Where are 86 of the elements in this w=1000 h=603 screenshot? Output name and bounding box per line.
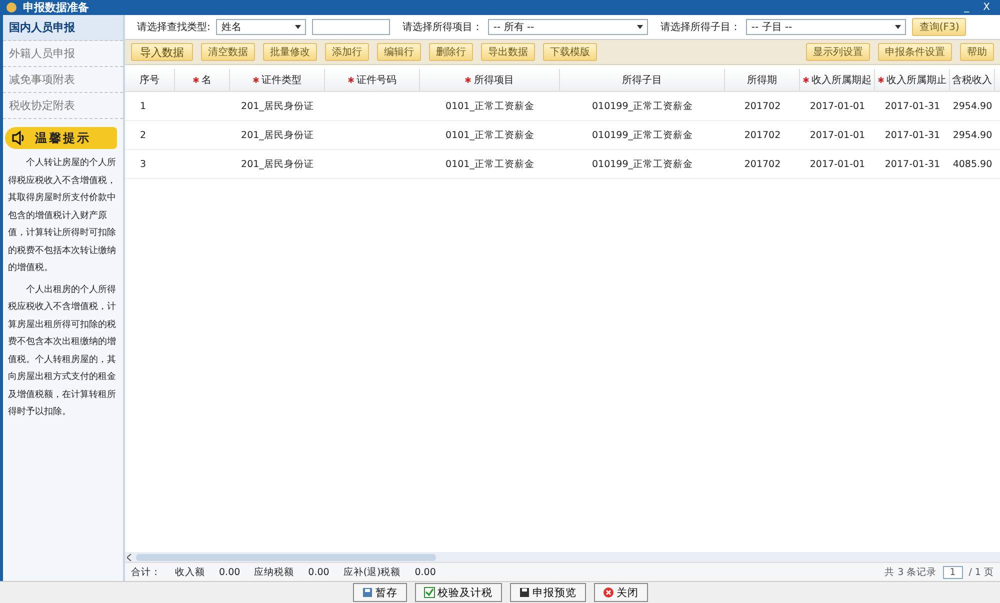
total-label: 收入额 [175, 566, 205, 578]
filter-select[interactable]: 姓名 [216, 19, 306, 35]
table-cell-text: 0101_正常工资薪金 [444, 158, 536, 172]
table-cell-text: 1 [139, 100, 148, 114]
column-header: 名 [175, 69, 230, 91]
total-value: 0.00 [308, 566, 330, 578]
table-cell-text: 201_居民身份证 [240, 100, 315, 114]
column-header: 收入所属期止 [875, 69, 950, 91]
action-button[interactable]: 校验及计税 [414, 583, 502, 602]
toolbar-button[interactable]: 下载模版 [543, 43, 597, 61]
sidebar-item[interactable]: 减免事项附表 [3, 67, 123, 93]
toolbar-button[interactable]: 导入数据 [131, 43, 193, 61]
total-value: 0.00 [414, 566, 436, 578]
sidebar-item[interactable]: 税收协定附表 [3, 93, 123, 119]
window-title: 申报数据准备 [23, 0, 90, 15]
column-header: 收入所属期起 [800, 69, 875, 91]
page-count: / 1 页 [968, 566, 994, 578]
window-button[interactable]: X [979, 2, 994, 13]
action-button[interactable]: 申报预览 [510, 583, 586, 602]
action-button[interactable]: 暂存 [352, 583, 406, 602]
filter-label: 请选择所得项目： [402, 20, 482, 34]
column-header: 所得子目 [560, 69, 725, 91]
column-header: 证件类型 [230, 69, 325, 91]
column-header: 含税收入 [950, 69, 995, 91]
total-label: 应纳税额 [254, 566, 294, 578]
total-label: 应补(退)税额 [343, 566, 401, 578]
toolbar-button[interactable]: 显示列设置 [806, 43, 870, 61]
table-cell-text: 2954.90 [952, 100, 994, 114]
total-label: 合计： [131, 566, 161, 578]
toolbar-button[interactable]: 删除行 [429, 43, 473, 61]
column-header: 所得项目 [420, 69, 560, 91]
search-field[interactable] [312, 19, 390, 35]
sidebar-item[interactable]: 国内人员申报 [3, 15, 123, 41]
tip-paragraph: 个人转让房屋的个人所得税应税收入不含增值税，其取得房屋时所支付价款中包含的增值税计入财产原值，计算转让所得时可扣除的税费不包括本次转让缴纳的增值税。 [8, 156, 117, 275]
column-header: 所得期 [725, 69, 800, 91]
close-icon [602, 587, 614, 598]
table-cell-text: 0101_正常工资薪金 [444, 128, 536, 142]
dropdown-caret-icon [295, 25, 302, 29]
filter-select[interactable]: -- 所有 -- [488, 19, 648, 35]
toolbar-button[interactable]: 申报条件设置 [878, 43, 952, 61]
total-value: 0.00 [219, 566, 240, 578]
toolbar-button[interactable]: 添加行 [325, 43, 369, 61]
table-cell-text: 201702 [743, 100, 782, 114]
check-icon [424, 587, 434, 598]
dropdown-caret-icon [637, 25, 644, 29]
table-cell-text: 2017-01-01 [808, 100, 866, 114]
toolbar-button[interactable]: 导出数据 [481, 43, 535, 61]
table-cell-text: 4085.90 [952, 158, 994, 172]
table-cell-text: 3 [139, 158, 148, 172]
tips-title: 温馨提示 [35, 130, 91, 146]
table-cell-text: 010199_正常工资薪金 [590, 128, 694, 142]
table-cell-text: 2954.90 [952, 128, 994, 142]
toolbar-button[interactable]: 编辑行 [377, 43, 421, 61]
table-cell-text: 2 [139, 128, 148, 142]
action-button[interactable]: 关闭 [594, 583, 648, 602]
toolbar-button[interactable]: 清空数据 [201, 43, 255, 61]
filter-label: 请选择查找类型: [137, 20, 210, 34]
table-cell-text: 201702 [743, 158, 782, 172]
column-header: 序号 [125, 69, 175, 91]
column-header: 证件号码 [325, 69, 420, 91]
table-cell-text: 2017-01-31 [884, 100, 942, 114]
tip-paragraph: 个人出租房的个人所得税应税收入不含增值税，计算房屋出租所得可扣除的税费不包含本次出租缴纳的增值税。个人转租房屋的，其向房屋出租方式支付的租金及增值税额，在计算转租所得时予以扣除。 [8, 284, 117, 419]
table-cell-text: 0101_正常工资薪金 [444, 100, 536, 114]
query-button[interactable]: 查询(F3) [912, 18, 966, 36]
filter-select[interactable]: -- 子目 -- [746, 19, 906, 35]
app-icon [6, 2, 17, 13]
table-cell-text: 010199_正常工资薪金 [590, 158, 694, 172]
table-cell-text: 2017-01-01 [808, 158, 866, 172]
table-cell-text: 201_居民身份证 [240, 128, 315, 142]
dropdown-caret-icon [895, 25, 902, 29]
table-cell-text: 201702 [743, 128, 782, 142]
toolbar-button[interactable]: 批量修改 [263, 43, 317, 61]
filter-label: 请选择所得子目： [660, 20, 740, 34]
save-icon [362, 587, 372, 598]
window-button[interactable]: _ [960, 2, 974, 13]
sidebar-item[interactable]: 外籍人员申报 [3, 41, 123, 67]
page-field[interactable]: 1 [942, 566, 963, 578]
table-cell-text: 201_居民身份证 [240, 158, 315, 172]
table-cell-text: 010199_正常工资薪金 [590, 100, 694, 114]
toolbar-button[interactable]: 帮助 [960, 43, 994, 61]
table-cell-text: 2017-01-31 [884, 128, 942, 142]
table-cell-text: 2017-01-01 [808, 128, 866, 142]
horizontal-scrollbar[interactable] [125, 552, 1000, 562]
table-cell-text: 2017-01-31 [884, 158, 942, 172]
scroll-left-icon[interactable] [127, 554, 132, 560]
record-count: 共 3 条记录 [884, 566, 937, 578]
